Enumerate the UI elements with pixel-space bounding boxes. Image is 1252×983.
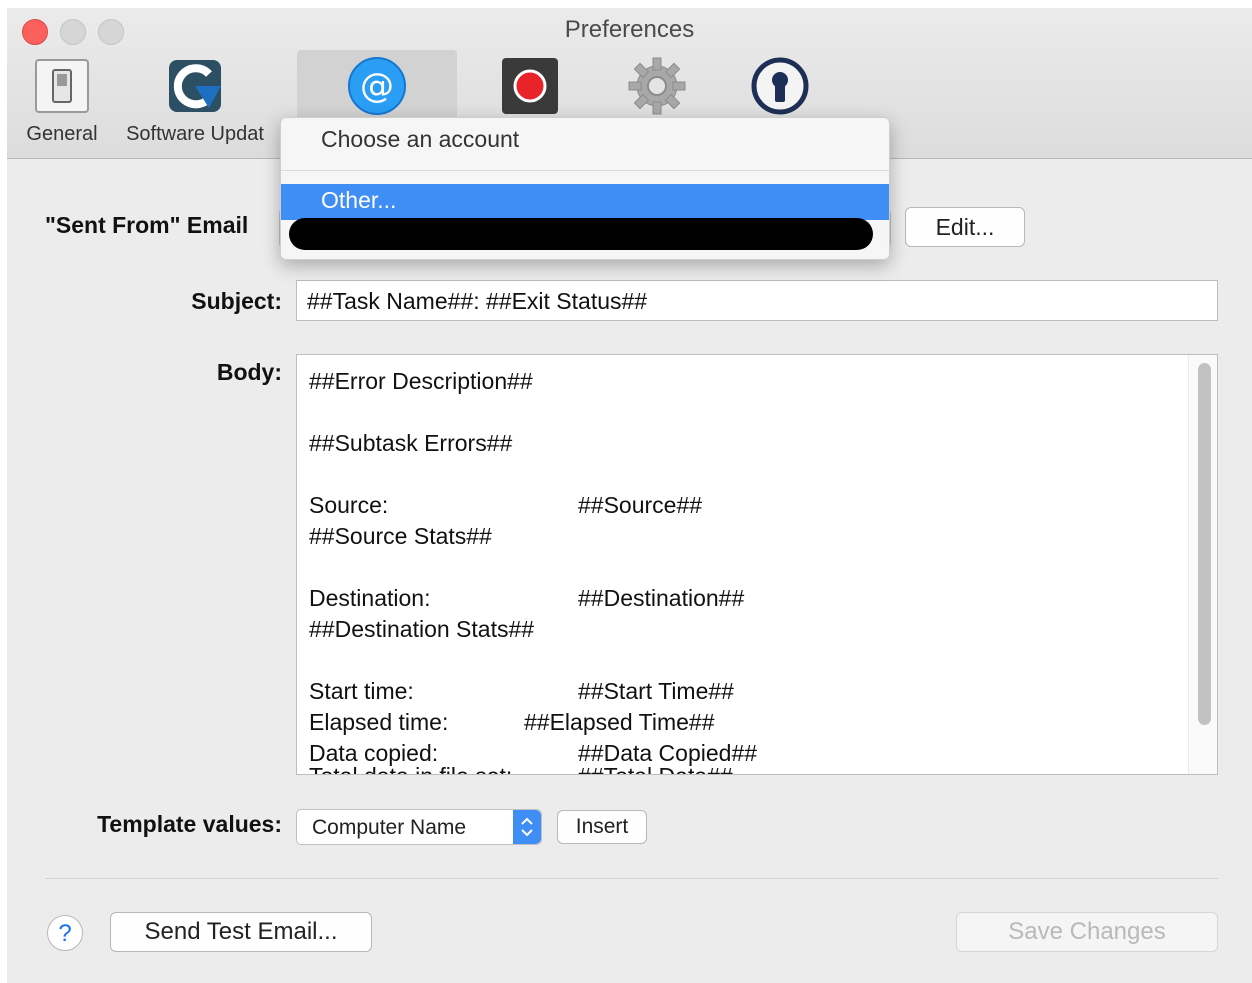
body-line: Source: (309, 492, 389, 518)
body-line: ##Source Stats## (309, 523, 492, 549)
menu-header: Choose an account (321, 126, 520, 152)
insert-button[interactable]: Insert (557, 810, 647, 844)
body-textarea[interactable]: ##Error Description## ##Subtask Errors##… (296, 354, 1218, 775)
template-values-label: Template values: (97, 811, 282, 837)
body-line: ##Subtask Errors## (309, 430, 513, 456)
svg-text:@: @ (360, 66, 394, 106)
preferences-window: Preferences General Software Updat @ "Se… (7, 8, 1252, 983)
menu-item-other[interactable]: Other... (281, 184, 889, 220)
body-line: Start time: (309, 678, 414, 704)
body-line: Elapsed time: (309, 709, 449, 735)
body-value: ##Start Time## (578, 678, 734, 704)
sent-from-label: "Sent From" Email (45, 212, 249, 238)
gear-icon (628, 57, 686, 115)
help-button[interactable]: ? (47, 915, 83, 951)
menu-item-other-label: Other... (321, 187, 397, 213)
send-test-email-button[interactable]: Send Test Email... (110, 912, 372, 952)
toolbar-item-general[interactable]: General (19, 50, 105, 156)
template-selected-value: Computer Name (312, 816, 467, 839)
body-label: Body: (216, 359, 282, 385)
body-line: Destination: (309, 585, 431, 611)
edit-account-button[interactable]: Edit... (905, 207, 1025, 247)
keyhole-icon (751, 57, 808, 115)
subject-label: Subject: (191, 288, 282, 314)
menu-separator (281, 170, 889, 171)
body-line: Total data in file set: (309, 762, 512, 774)
footer-divider (45, 878, 1218, 879)
body-scrollbar[interactable] (1188, 355, 1217, 774)
subject-input[interactable]: ##Task Name##: ##Exit Status## (296, 280, 1218, 321)
body-line: ##Destination Stats## (309, 616, 535, 642)
toolbar-label-general: General (26, 123, 98, 145)
body-line: ##Error Description## (309, 368, 533, 394)
switch-icon (35, 59, 89, 113)
scroll-thumb[interactable] (1198, 363, 1211, 725)
select-arrows-icon (513, 810, 541, 844)
body-value: ##Total Data## (578, 762, 733, 774)
email-at-icon: @ (348, 57, 406, 115)
toolbar-label-software-update: Software Updat (126, 123, 264, 145)
record-icon (502, 58, 558, 114)
window-title: Preferences (564, 16, 695, 43)
save-changes-button[interactable]: Save Changes (956, 912, 1218, 952)
software-update-icon (169, 60, 221, 112)
template-values-select[interactable]: Computer Name (296, 809, 542, 845)
account-dropdown-menu: Choose an account Other... (280, 117, 890, 260)
body-value: ##Source## (578, 492, 703, 518)
body-value: ##Elapsed Time## (524, 709, 715, 735)
toolbar-item-software-update[interactable]: Software Updat (115, 50, 275, 156)
redacted-email-account (289, 218, 873, 250)
body-value: ##Destination## (578, 585, 745, 611)
